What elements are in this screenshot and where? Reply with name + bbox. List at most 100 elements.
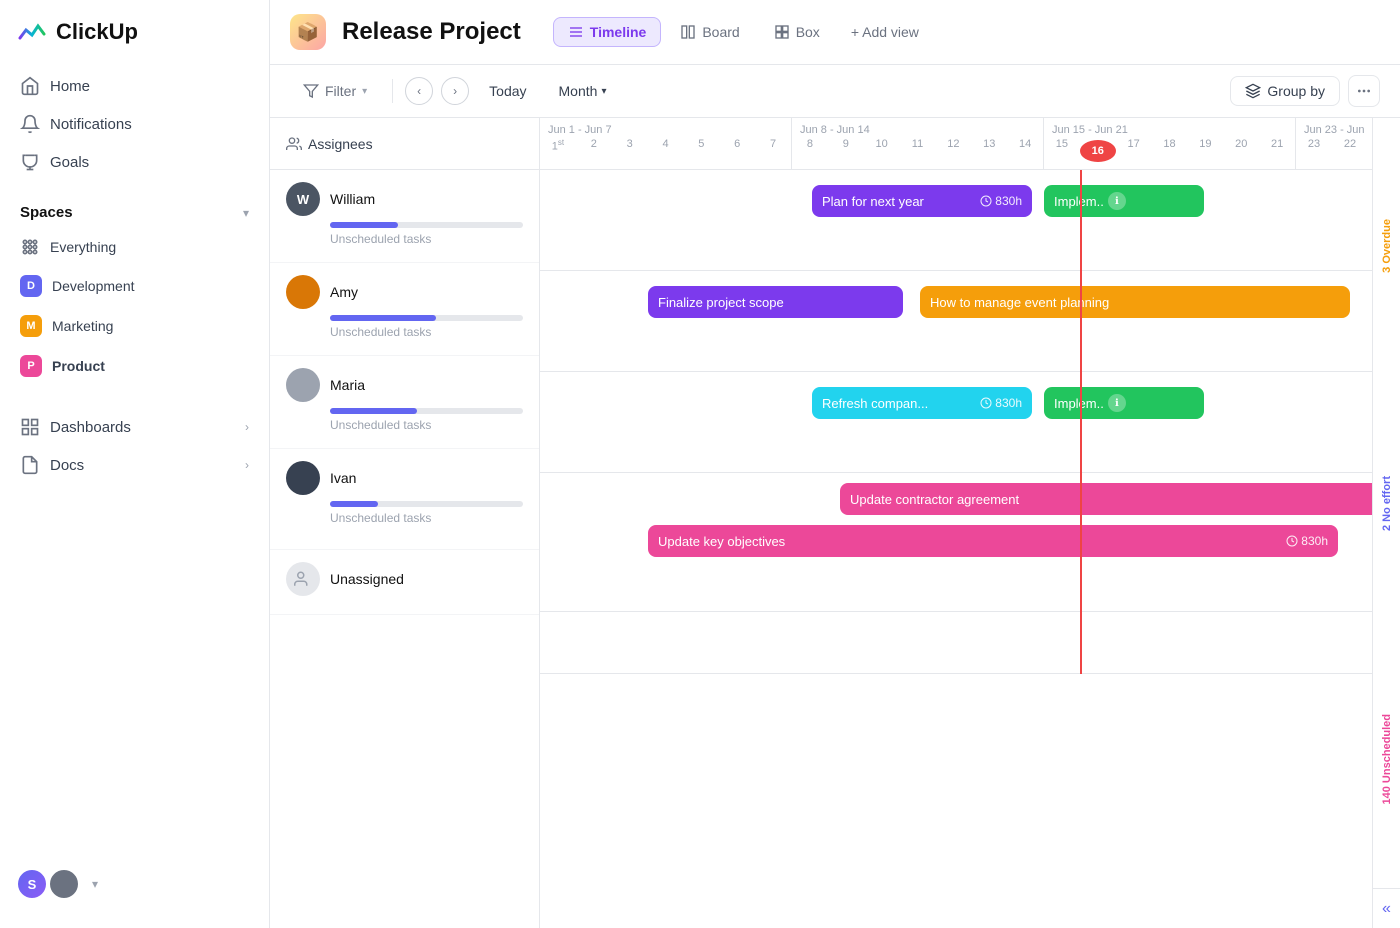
assignees-icon (286, 136, 302, 152)
day-22: 22 (1332, 138, 1368, 150)
person-info-ivan: Ivan (286, 461, 523, 495)
unscheduled-label-ivan: Unscheduled tasks (330, 511, 523, 529)
logo-area: ClickUp (0, 16, 269, 68)
sidebar-item-home[interactable]: Home (8, 68, 261, 104)
box-icon (774, 24, 790, 40)
toolbar-divider-1 (392, 79, 393, 103)
sidebar-bottom-nav: Dashboards › Docs › (0, 409, 269, 483)
main-content: 📦 Release Project Timeline Board Box + A… (270, 0, 1400, 928)
task-bar-implem-maria[interactable]: Implem.. ℹ (1044, 387, 1204, 419)
next-arrow-button[interactable]: › (441, 77, 469, 105)
week-label-1: Jun 1 - Jun 7 (540, 118, 791, 138)
sidebar-item-everything[interactable]: Everything (8, 229, 261, 265)
days-row-2: 8 9 10 11 12 13 14 (792, 138, 1043, 150)
collapse-button[interactable]: « (1373, 888, 1400, 928)
filter-label: Filter (325, 83, 356, 99)
timeline-row-maria: Refresh compan... 830h Implem.. ℹ (540, 372, 1372, 434)
person-row-william: W William Unscheduled tasks (270, 170, 539, 263)
person-info-amy: Amy (286, 275, 523, 309)
timeline-grid-container: Jun 1 - Jun 7 1st 2 3 4 5 6 7 (540, 118, 1372, 928)
no-effort-text: 2 No effort (1381, 476, 1393, 531)
timeline-section-unassigned (540, 612, 1372, 674)
space-list: Everything D Development M Marketing P P… (0, 229, 269, 385)
task-label-refresh: Refresh compan... (822, 396, 928, 411)
sidebar-item-notifications[interactable]: Notifications (8, 106, 261, 142)
sidebar-item-goals[interactable]: Goals (8, 144, 261, 180)
bell-icon (20, 114, 40, 134)
task-duration-key-objectives: 830h (1280, 534, 1328, 548)
more-dots-icon (1356, 83, 1372, 99)
main-nav: Home Notifications Goals (0, 68, 269, 180)
logo-text: ClickUp (56, 19, 138, 45)
progress-bar-amy (330, 315, 436, 321)
day-7: 7 (755, 138, 791, 153)
tab-board[interactable]: Board (665, 17, 754, 47)
task-label-key-objectives: Update key objectives (658, 534, 785, 549)
goals-label: Goals (50, 154, 89, 171)
day-8: 8 (792, 138, 828, 150)
filter-button[interactable]: Filter ▾ (290, 76, 380, 106)
sidebar-item-marketing[interactable]: M Marketing (8, 307, 261, 345)
right-label-overdue: 3 Overdue (1373, 118, 1400, 375)
progress-bar-maria-container (330, 408, 523, 414)
unscheduled-label-maria: Unscheduled tasks (330, 418, 523, 436)
task-bar-finalize[interactable]: Finalize project scope (648, 286, 903, 318)
progress-bar-william-container (330, 222, 523, 228)
month-caret-icon: ▾ (601, 86, 606, 97)
info-badge-maria: ℹ (1108, 394, 1126, 412)
sidebar-item-dashboards[interactable]: Dashboards › (8, 409, 261, 445)
person-name-ivan: Ivan (330, 470, 356, 486)
tab-board-label: Board (702, 24, 739, 40)
person-row-maria: Maria Unscheduled tasks (270, 356, 539, 449)
month-label: Month (559, 83, 598, 99)
month-button[interactable]: Month ▾ (547, 77, 619, 105)
task-bar-contractor[interactable]: Update contractor agreement (840, 483, 1372, 515)
progress-bar-ivan-container (330, 501, 523, 507)
notifications-label: Notifications (50, 116, 132, 133)
main-header: 📦 Release Project Timeline Board Box + A… (270, 0, 1400, 65)
group-by-button[interactable]: Group by (1230, 76, 1340, 106)
tab-box[interactable]: Box (759, 17, 835, 47)
day-10: 10 (864, 138, 900, 150)
sidebar-item-product[interactable]: P Product (8, 347, 261, 385)
more-options-button[interactable] (1348, 75, 1380, 107)
docs-icon (20, 455, 40, 475)
toolbar: Filter ▾ ‹ › Today Month ▾ Group by (270, 65, 1400, 118)
task-bar-plan-next-year[interactable]: Plan for next year 830h (812, 185, 1032, 217)
task-bar-event-planning[interactable]: How to manage event planning (920, 286, 1350, 318)
add-view-button[interactable]: + Add view (839, 18, 931, 46)
spaces-section: Spaces ▾ (0, 196, 269, 229)
task-bar-refresh[interactable]: Refresh compan... 830h (812, 387, 1032, 419)
day-17: 17 (1116, 138, 1152, 162)
tab-timeline[interactable]: Timeline (553, 17, 662, 47)
day-12: 12 (935, 138, 971, 150)
tab-timeline-label: Timeline (590, 24, 647, 40)
today-button[interactable]: Today (477, 77, 538, 105)
avatar-unassigned (286, 562, 320, 596)
day-11: 11 (900, 138, 936, 150)
sidebar: ClickUp Home Notifications Goals Spaces … (0, 0, 270, 928)
spaces-header[interactable]: Spaces ▾ (8, 196, 261, 229)
home-label: Home (50, 78, 90, 95)
day-13: 13 (971, 138, 1007, 150)
day-9: 9 (828, 138, 864, 150)
prev-arrow-button[interactable]: ‹ (405, 77, 433, 105)
sidebar-item-development[interactable]: D Development (8, 267, 261, 305)
task-bar-implem-william[interactable]: Implem.. ℹ (1044, 185, 1204, 217)
task-bar-key-objectives[interactable]: Update key objectives 830h (648, 525, 1338, 557)
sidebar-footer: S ▾ (0, 856, 269, 912)
unscheduled-row-ivan (540, 573, 1372, 611)
timeline-row-ivan: Update contractor agreement Update key o… (540, 473, 1372, 573)
day-15: 15 (1044, 138, 1080, 162)
development-label: Development (52, 278, 135, 294)
day-21: 21 (1259, 138, 1295, 162)
timeline-row-william: Plan for next year 830h Implem.. ℹ (540, 170, 1372, 232)
progress-bar-maria (330, 408, 417, 414)
unscheduled-row-william (540, 232, 1372, 270)
sidebar-item-docs[interactable]: Docs › (8, 447, 261, 483)
today-line (1080, 170, 1082, 674)
trophy-icon (20, 152, 40, 172)
dashboards-chevron-icon: › (245, 420, 249, 434)
avatar-caret-icon[interactable]: ▾ (92, 877, 98, 891)
docs-label: Docs (50, 457, 84, 474)
